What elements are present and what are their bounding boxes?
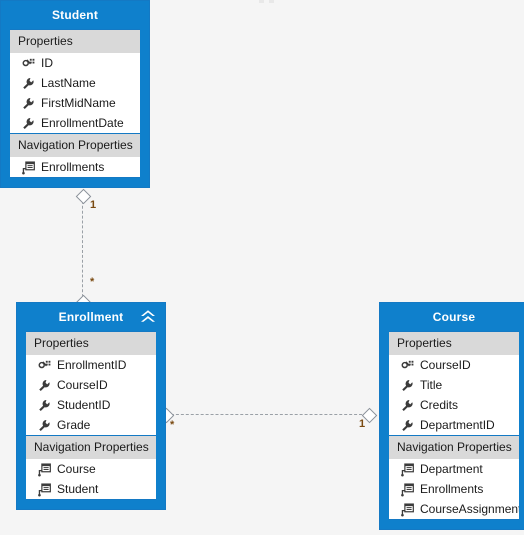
clipped-artifact <box>269 0 274 3</box>
multiplicity-label-many: * <box>90 276 95 288</box>
property-row[interactable]: StudentID <box>26 395 156 415</box>
scalar-property-icon <box>20 75 36 91</box>
key-property-icon <box>20 55 36 71</box>
scalar-property-icon <box>399 397 415 413</box>
key-property-icon <box>36 357 52 373</box>
entity-enrollment-body: Properties EnrollmentID CourseID Student… <box>26 331 156 500</box>
navigation-property-icon <box>399 481 415 497</box>
entity-student-footer <box>1 178 149 187</box>
scalar-property-icon <box>399 377 415 393</box>
navigation-property-icon <box>20 159 36 175</box>
scalar-property-icon <box>36 417 52 433</box>
property-label: EnrollmentDate <box>41 116 124 130</box>
entity-enrollment[interactable]: Enrollment Properties EnrollmentID Cours… <box>16 302 166 510</box>
property-row[interactable]: EnrollmentDate <box>10 113 140 133</box>
key-property-icon <box>399 357 415 373</box>
property-label: Department <box>420 462 483 476</box>
property-label: Student <box>57 482 99 496</box>
section-header-navigation-properties: Navigation Properties <box>26 435 156 459</box>
property-label: Title <box>420 378 443 392</box>
section-header-properties: Properties <box>389 332 519 355</box>
scalar-property-icon <box>20 115 36 131</box>
entity-course-title: Course <box>432 310 476 324</box>
entity-student-body: Properties ID LastName FirstMidName Enro… <box>10 29 140 178</box>
property-row[interactable]: CourseID <box>389 355 519 375</box>
section-header-navigation-properties: Navigation Properties <box>389 435 519 459</box>
property-label: LastName <box>41 76 96 90</box>
property-label: Credits <box>420 398 459 412</box>
property-label: DepartmentID <box>420 418 495 432</box>
entity-course-body: Properties CourseID Title Credits Depart… <box>389 331 519 520</box>
property-row[interactable]: Grade <box>26 415 156 435</box>
scalar-property-icon <box>36 377 52 393</box>
section-header-properties: Properties <box>26 332 156 355</box>
entity-course[interactable]: Course Properties CourseID Title Credits… <box>379 302 524 530</box>
entity-student-header[interactable]: Student <box>1 1 149 29</box>
navigation-property-icon <box>36 481 52 497</box>
property-row[interactable]: Department <box>389 459 519 479</box>
multiplicity-label-one: 1 <box>90 199 97 211</box>
property-row[interactable]: Enrollments <box>389 479 519 499</box>
entity-student-title: Student <box>51 8 99 22</box>
scalar-property-icon <box>20 95 36 111</box>
entity-enrollment-title: Enrollment <box>58 310 124 324</box>
entity-enrollment-footer <box>17 500 165 509</box>
scalar-property-icon <box>399 417 415 433</box>
entity-course-footer <box>380 520 524 529</box>
section-header-navigation-properties: Navigation Properties <box>10 133 140 157</box>
association-line-student-enrollment[interactable] <box>82 196 83 302</box>
property-row[interactable]: CourseID <box>26 375 156 395</box>
property-row[interactable]: EnrollmentID <box>26 355 156 375</box>
multiplicity-label-many: * <box>170 419 175 431</box>
multiplicity-label-one: 1 <box>359 418 366 430</box>
property-row[interactable]: DepartmentID <box>389 415 519 435</box>
scalar-property-icon <box>36 397 52 413</box>
association-line-enrollment-course[interactable] <box>166 414 367 415</box>
section-header-properties: Properties <box>10 30 140 53</box>
entity-model-designer-canvas[interactable]: 1 * * 1 Student Properties ID LastName F… <box>0 0 524 535</box>
navigation-property-icon <box>399 461 415 477</box>
property-row[interactable]: CourseAssignments <box>389 499 519 519</box>
property-label: StudentID <box>57 398 111 412</box>
clipped-artifact <box>259 0 264 3</box>
association-endpoint-diamond[interactable] <box>75 188 92 205</box>
chevron-double-up-icon[interactable] <box>137 307 159 327</box>
property-label: FirstMidName <box>41 96 116 110</box>
property-row[interactable]: Credits <box>389 395 519 415</box>
entity-enrollment-header[interactable]: Enrollment <box>17 303 165 331</box>
property-label: EnrollmentID <box>57 358 127 372</box>
property-label: Enrollments <box>41 160 105 174</box>
property-row[interactable]: Title <box>389 375 519 395</box>
property-row[interactable]: FirstMidName <box>10 93 140 113</box>
property-row[interactable]: ID <box>10 53 140 73</box>
property-label: Grade <box>57 418 91 432</box>
property-row[interactable]: Enrollments <box>10 157 140 177</box>
property-label: CourseID <box>57 378 108 392</box>
property-label: Enrollments <box>420 482 484 496</box>
entity-student[interactable]: Student Properties ID LastName FirstMidN… <box>0 0 150 188</box>
entity-course-header[interactable]: Course <box>380 303 524 331</box>
property-label: ID <box>41 56 53 70</box>
property-label: CourseID <box>420 358 471 372</box>
property-row[interactable]: LastName <box>10 73 140 93</box>
property-label: Course <box>57 462 96 476</box>
property-row[interactable]: Student <box>26 479 156 499</box>
property-label: CourseAssignments <box>420 502 519 516</box>
navigation-property-icon <box>36 461 52 477</box>
navigation-property-icon <box>399 501 415 517</box>
property-row[interactable]: Course <box>26 459 156 479</box>
